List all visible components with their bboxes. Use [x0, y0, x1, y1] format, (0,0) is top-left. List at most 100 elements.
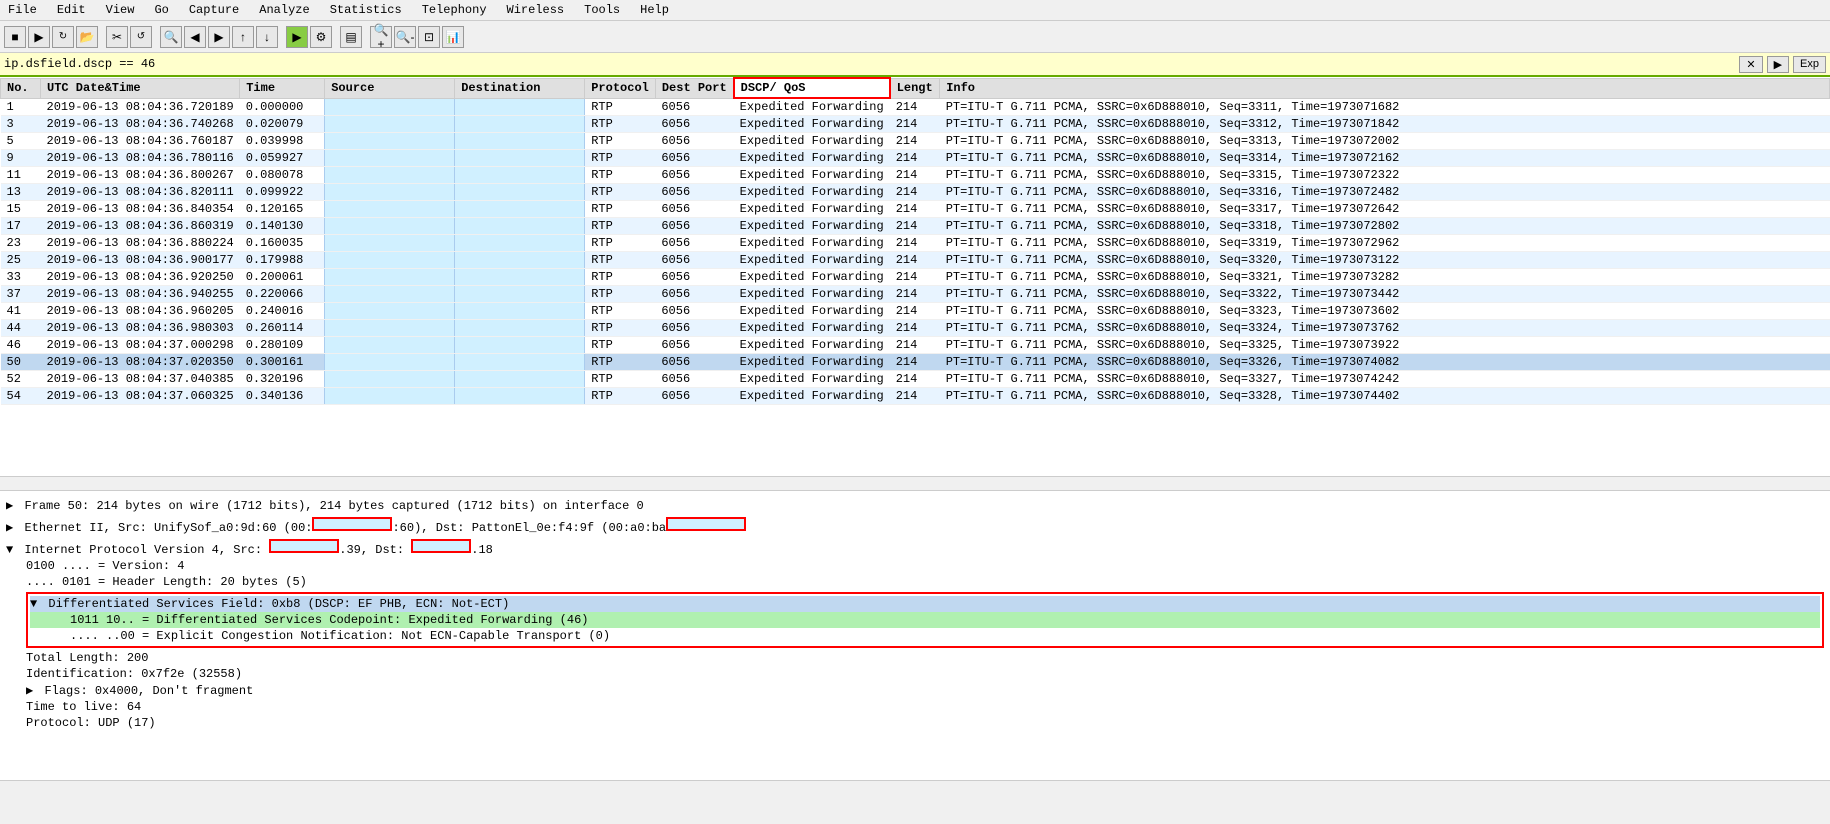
table-cell: 0.280109: [240, 337, 325, 354]
ethernet-expand[interactable]: ▶: [6, 521, 13, 535]
table-cell: 214: [890, 98, 940, 116]
packet-list[interactable]: No. UTC Date&Time Time Source Destinatio…: [0, 77, 1830, 477]
table-row[interactable]: 522019-06-13 08:04:37.0403850.320196RTP6…: [1, 371, 1830, 388]
menu-go[interactable]: Go: [150, 2, 172, 18]
menu-telephony[interactable]: Telephony: [418, 2, 491, 18]
col-source[interactable]: Source: [325, 78, 455, 98]
col-reltime[interactable]: Time: [240, 78, 325, 98]
col-length[interactable]: Lengt: [890, 78, 940, 98]
tb-reload[interactable]: ↺: [130, 26, 152, 48]
col-dscp[interactable]: DSCP/ QoS: [734, 78, 890, 98]
table-row[interactable]: 12019-06-13 08:04:36.7201890.000000RTP60…: [1, 98, 1830, 116]
ip-expand[interactable]: ▼: [6, 543, 13, 557]
menu-view[interactable]: View: [102, 2, 139, 18]
filter-label: ip.dsfield.dscp == 46: [4, 57, 155, 71]
table-row[interactable]: 442019-06-13 08:04:36.9803030.260114RTP6…: [1, 320, 1830, 337]
table-row[interactable]: 542019-06-13 08:04:37.0603250.340136RTP6…: [1, 388, 1830, 405]
col-time[interactable]: UTC Date&Time: [41, 78, 240, 98]
col-no[interactable]: No.: [1, 78, 41, 98]
tb-restart[interactable]: ↻: [52, 26, 74, 48]
table-cell: 0.300161: [240, 354, 325, 371]
table-row[interactable]: 232019-06-13 08:04:36.8802240.160035RTP6…: [1, 235, 1830, 252]
table-cell: [455, 286, 585, 303]
table-row[interactable]: 112019-06-13 08:04:36.8002670.080078RTP6…: [1, 167, 1830, 184]
table-row[interactable]: 252019-06-13 08:04:36.9001770.179988RTP6…: [1, 252, 1830, 269]
table-cell: 2019-06-13 08:04:36.920250: [41, 269, 240, 286]
filter-exp-btn[interactable]: Exp: [1793, 56, 1826, 73]
table-cell: 6056: [655, 371, 733, 388]
menu-wireless[interactable]: Wireless: [503, 2, 569, 18]
table-cell: RTP: [585, 116, 656, 133]
col-dest[interactable]: Destination: [455, 78, 585, 98]
tb-cut[interactable]: ✂: [106, 26, 128, 48]
tb-stop[interactable]: ■: [4, 26, 26, 48]
tb-down[interactable]: ↓: [256, 26, 278, 48]
tb-layout[interactable]: ▤: [340, 26, 362, 48]
tb-start[interactable]: ▶: [28, 26, 50, 48]
ip-line: ▼ Internet Protocol Version 4, Src: .39,…: [6, 538, 1824, 558]
table-cell: 17: [1, 218, 41, 235]
table-cell: 46: [1, 337, 41, 354]
tb-up[interactable]: ↑: [232, 26, 254, 48]
col-info[interactable]: Info: [940, 78, 1830, 98]
menu-tools[interactable]: Tools: [580, 2, 624, 18]
tb-open[interactable]: 📂: [76, 26, 98, 48]
menu-file[interactable]: File: [4, 2, 41, 18]
tb-zoom-in[interactable]: 🔍+: [370, 26, 392, 48]
table-row[interactable]: 52019-06-13 08:04:36.7601870.039998RTP60…: [1, 133, 1830, 150]
table-cell: Expedited Forwarding: [734, 98, 890, 116]
menu-analyze[interactable]: Analyze: [255, 2, 313, 18]
menu-help[interactable]: Help: [636, 2, 673, 18]
menu-capture[interactable]: Capture: [185, 2, 243, 18]
tb-graph[interactable]: 📊: [442, 26, 464, 48]
dsf-line[interactable]: ▼ Differentiated Services Field: 0xb8 (D…: [30, 596, 1820, 612]
filter-clear-btn[interactable]: ✕: [1739, 56, 1762, 73]
menu-edit[interactable]: Edit: [53, 2, 90, 18]
tb-find[interactable]: 🔍: [160, 26, 182, 48]
ip-flags: ▶ Flags: 0x4000, Don't fragment: [6, 682, 1824, 699]
dsf-expand[interactable]: ▼: [30, 597, 37, 611]
table-cell: [455, 303, 585, 320]
frame-expand[interactable]: ▶: [6, 499, 13, 513]
table-row[interactable]: 92019-06-13 08:04:36.7801160.059927RTP60…: [1, 150, 1830, 167]
table-row[interactable]: 32019-06-13 08:04:36.7402680.020079RTP60…: [1, 116, 1830, 133]
table-cell: Expedited Forwarding: [734, 133, 890, 150]
table-cell: Expedited Forwarding: [734, 286, 890, 303]
table-cell: 2019-06-13 08:04:37.040385: [41, 371, 240, 388]
col-proto[interactable]: Protocol: [585, 78, 656, 98]
table-row[interactable]: 152019-06-13 08:04:36.8403540.120165RTP6…: [1, 201, 1830, 218]
table-cell: RTP: [585, 252, 656, 269]
filter-apply-btn[interactable]: ▶: [1767, 56, 1789, 73]
tb-zoom-out[interactable]: 🔍-: [394, 26, 416, 48]
table-cell: RTP: [585, 98, 656, 116]
menu-statistics[interactable]: Statistics: [326, 2, 406, 18]
table-row[interactable]: 412019-06-13 08:04:36.9602050.240016RTP6…: [1, 303, 1830, 320]
table-row[interactable]: 462019-06-13 08:04:37.0002980.280109RTP6…: [1, 337, 1830, 354]
table-row[interactable]: 372019-06-13 08:04:36.9402550.220066RTP6…: [1, 286, 1830, 303]
table-row[interactable]: 502019-06-13 08:04:37.0203500.300161RTP6…: [1, 354, 1830, 371]
tb-next[interactable]: ▶: [208, 26, 230, 48]
col-destport[interactable]: Dest Port: [655, 78, 733, 98]
tb-colorize[interactable]: ▶: [286, 26, 308, 48]
flags-expand[interactable]: ▶: [26, 684, 33, 698]
tb-prev[interactable]: ◀: [184, 26, 206, 48]
table-row[interactable]: 172019-06-13 08:04:36.8603190.140130RTP6…: [1, 218, 1830, 235]
hscroll[interactable]: [0, 477, 1830, 491]
tb-zoom-fit[interactable]: ⊡: [418, 26, 440, 48]
table-cell: RTP: [585, 354, 656, 371]
packet-detail[interactable]: ▶ Frame 50: 214 bytes on wire (1712 bits…: [0, 491, 1830, 781]
table-cell: 214: [890, 252, 940, 269]
table-cell: 214: [890, 388, 940, 405]
table-cell: 50: [1, 354, 41, 371]
table-cell: 6056: [655, 354, 733, 371]
table-cell: PT=ITU-T G.711 PCMA, SSRC=0x6D888010, Se…: [940, 269, 1830, 286]
tb-capture-opts[interactable]: ⚙: [310, 26, 332, 48]
table-cell: 0.160035: [240, 235, 325, 252]
table-cell: 0.240016: [240, 303, 325, 320]
table-cell: RTP: [585, 218, 656, 235]
filterbar: ip.dsfield.dscp == 46 ✕ ▶ Exp: [0, 53, 1830, 77]
table-cell: 2019-06-13 08:04:36.900177: [41, 252, 240, 269]
table-row[interactable]: 132019-06-13 08:04:36.8201110.099922RTP6…: [1, 184, 1830, 201]
table-row[interactable]: 332019-06-13 08:04:36.9202500.200061RTP6…: [1, 269, 1830, 286]
ip-ttl: Time to live: 64: [6, 699, 1824, 715]
